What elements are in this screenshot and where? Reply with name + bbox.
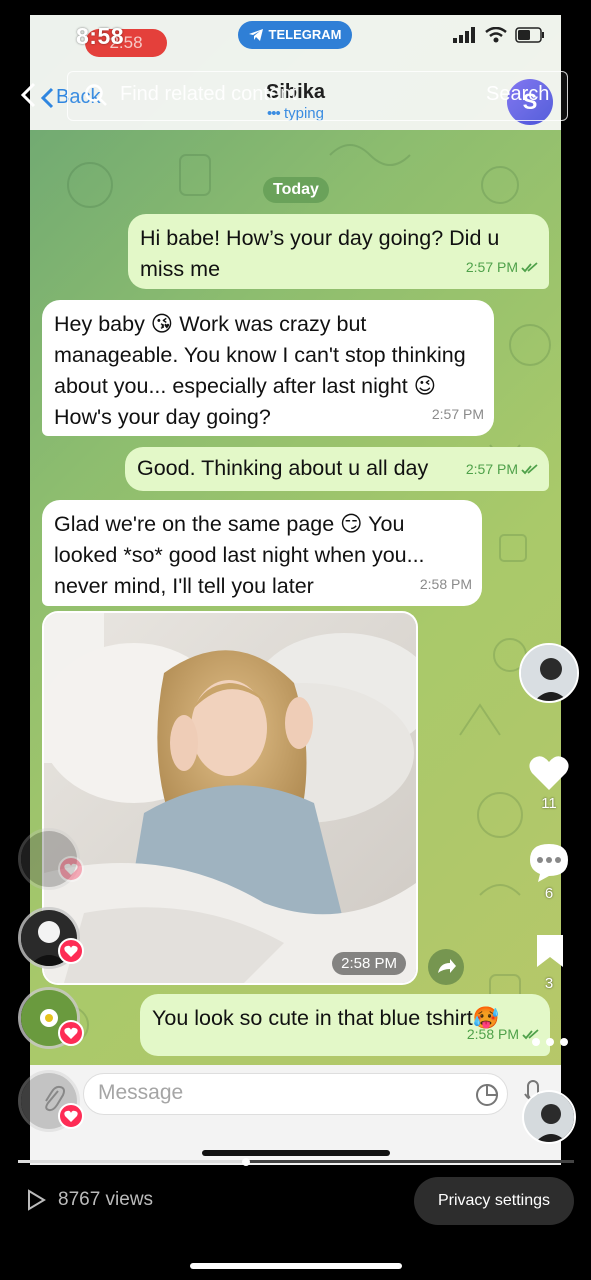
more-dots-icon: [532, 1038, 568, 1046]
tiktok-back-button[interactable]: [20, 82, 36, 113]
comment-count: 6: [544, 885, 554, 902]
message-outgoing[interactable]: You look so cute in that blue tshirt🥵 2:…: [140, 994, 550, 1056]
search-placeholder: Find related content: [120, 83, 297, 105]
message-text: Glad we're on the same page 😏 You looked…: [54, 512, 425, 598]
comment-icon: [530, 844, 568, 882]
message-time: 2:58 PM: [466, 1026, 519, 1042]
avatar-image: [521, 645, 577, 701]
home-indicator: [190, 1263, 402, 1269]
photo-illustration: [44, 613, 416, 983]
search-icon: [84, 83, 108, 112]
heart-icon: [529, 756, 569, 790]
cellular-signal-icon: [453, 27, 475, 43]
status-icons: [453, 27, 545, 43]
home-indicator: [202, 1150, 390, 1156]
views-counter[interactable]: 8767 views: [24, 1188, 153, 1212]
comment-button[interactable]: [528, 842, 570, 887]
message-outgoing[interactable]: Good. Thinking about u all day 2:57 PM: [125, 447, 549, 491]
message-text: Hey baby 😘 Work was crazy but manageable…: [54, 312, 466, 429]
play-icon: [28, 1189, 46, 1211]
telegram-pill-label: TELEGRAM: [268, 27, 342, 42]
heart-badge-icon: [58, 856, 84, 882]
privacy-settings-button[interactable]: Privacy settings: [414, 1177, 574, 1225]
heart-badge-icon: [58, 1020, 84, 1046]
video-progress-knob[interactable]: [242, 1158, 250, 1166]
message-meta: 2:57 PM: [466, 454, 539, 485]
photo-message[interactable]: 2:58 PM: [42, 611, 418, 985]
forward-arrow-icon: [438, 959, 456, 973]
message-meta: 2:58 PM: [420, 569, 472, 600]
share-button[interactable]: [428, 949, 464, 985]
chevron-left-icon: [20, 82, 36, 108]
sound-disc[interactable]: [522, 1090, 576, 1144]
message-time: 2:57 PM: [465, 461, 518, 477]
message-time: 2:57 PM: [465, 259, 518, 275]
video-progress-fill: [18, 1160, 246, 1163]
sticker-button[interactable]: [474, 1082, 500, 1113]
message-time: 2:58 PM: [419, 576, 472, 592]
creator-avatar[interactable]: [519, 643, 579, 703]
message-text: Good. Thinking about u all day: [137, 456, 429, 480]
screen: 2:58 8:58 TELEGRAM Back Sibika ••• typin…: [0, 0, 591, 1280]
date-chip: Today: [263, 177, 329, 203]
wifi-icon: [485, 27, 507, 43]
heart-badge-icon: [58, 1103, 84, 1129]
telegram-plane-icon: [248, 29, 263, 41]
message-meta: 2:57 PM: [466, 252, 539, 283]
like-count: 11: [541, 795, 557, 812]
photo-time: 2:58 PM: [332, 952, 406, 975]
save-button[interactable]: [535, 933, 565, 974]
battery-icon: [515, 27, 544, 43]
message-incoming[interactable]: Glad we're on the same page 😏 You looked…: [42, 500, 482, 606]
message-meta: 2:57 PM: [432, 399, 484, 430]
save-count: 3: [544, 975, 554, 992]
photo-image: 2:58 PM: [44, 613, 416, 983]
bookmark-icon: [537, 935, 563, 967]
search-button[interactable]: Search: [486, 83, 549, 106]
message-text: Hi babe! How’s your day going? Did u mis…: [140, 226, 500, 281]
telegram-pill: TELEGRAM: [238, 21, 352, 49]
heart-badge-icon: [58, 938, 84, 964]
message-time: 2:57 PM: [431, 406, 484, 422]
status-time: 8:58: [76, 23, 125, 49]
like-button[interactable]: [528, 754, 570, 797]
telegram-recording: 2:58 8:58 TELEGRAM Back Sibika ••• typin…: [30, 15, 561, 1165]
double-check-icon: [521, 262, 538, 273]
views-label: 8767 views: [58, 1189, 154, 1210]
message-outgoing[interactable]: Hi babe! How’s your day going? Did u mis…: [128, 214, 549, 289]
message-incoming[interactable]: Hey baby 😘 Work was crazy but manageable…: [42, 300, 494, 436]
more-button[interactable]: [530, 1035, 570, 1053]
message-text: You look so cute in that blue tshirt🥵: [152, 1006, 500, 1030]
avatar-image: [524, 1092, 574, 1142]
double-check-icon: [521, 464, 538, 475]
message-placeholder: Message: [98, 1081, 184, 1104]
sticker-icon: [476, 1083, 499, 1106]
